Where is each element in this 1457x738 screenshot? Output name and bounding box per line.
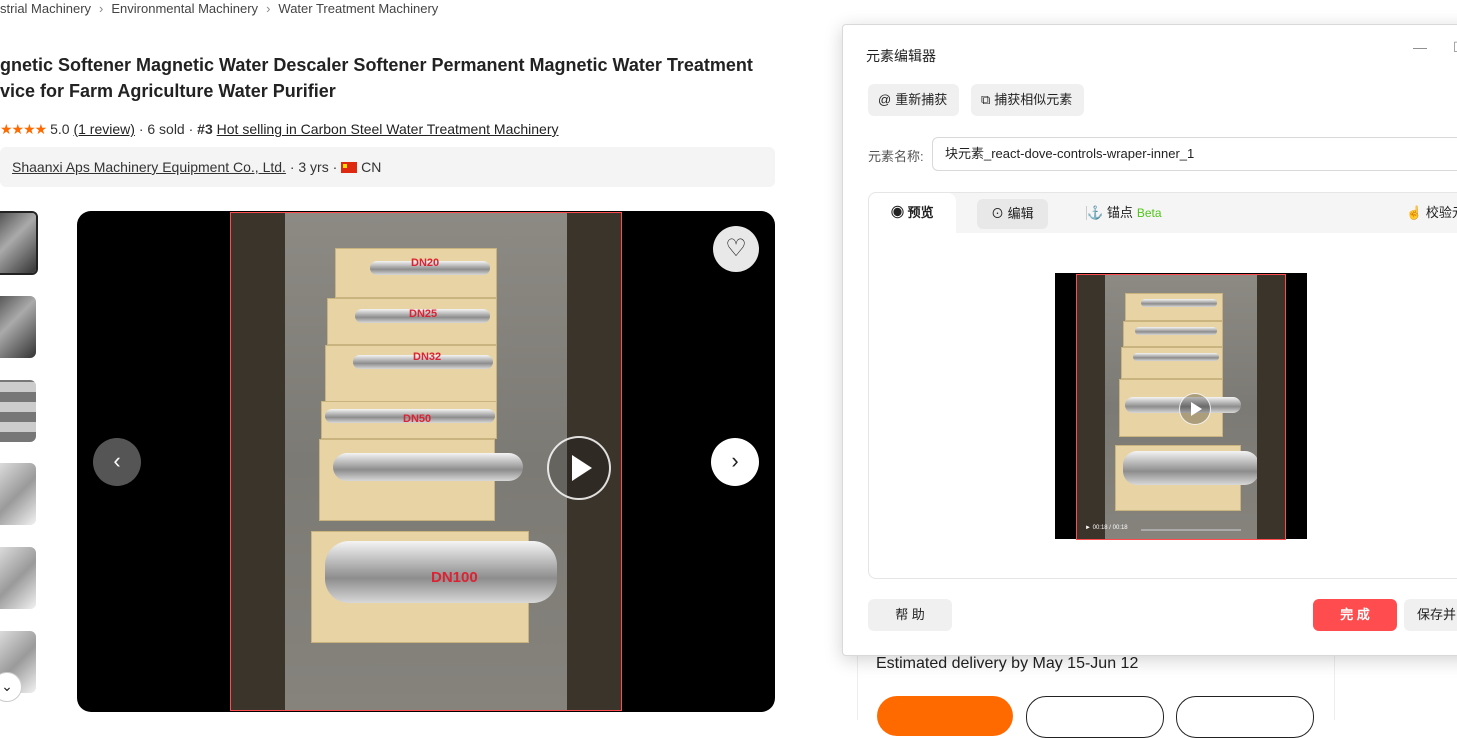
add-to-cart-button[interactable]	[1026, 696, 1164, 738]
preview-image: ► 00:18 / 00:18	[1055, 251, 1307, 561]
chevron-right-icon: ›	[99, 1, 104, 16]
tab-label: 编辑	[1007, 206, 1034, 221]
product-title: gnetic Softener Magnetic Water Descaler …	[0, 52, 780, 104]
dialog-title: 元素编辑器	[866, 48, 936, 64]
breadcrumb-item[interactable]: Environmental Machinery	[111, 1, 258, 16]
tab-verify[interactable]: ☝ 校验元	[1406, 193, 1457, 233]
supplier-link[interactable]: Shaanxi Aps Machinery Equipment Co., Ltd…	[12, 159, 286, 175]
thumbnail[interactable]	[0, 211, 38, 275]
preview-header-strip	[1055, 251, 1307, 271]
chevron-right-icon[interactable]: ›	[711, 438, 759, 486]
video-time-label: 00:18 / 00:18	[1092, 525, 1128, 531]
eye-icon: ◉	[891, 205, 908, 220]
progress-bar	[1141, 529, 1241, 531]
media-viewer: DN20 DN25 DN32 DN50 DN100 ‹ › ♡	[77, 211, 775, 712]
pipe-label: DN25	[409, 308, 438, 320]
star-rating-icon: ★★★★	[0, 121, 47, 137]
tab-bar: ◉ 预览 ⊙ 编辑 ⚓ 锚点Beta ☝ 校验元	[869, 193, 1457, 233]
delivery-estimate: Estimated delivery by May 15-Jun 12	[876, 655, 1139, 672]
review-link[interactable]: (1 review)	[73, 121, 134, 137]
heart-icon[interactable]: ♡	[713, 226, 759, 272]
rank-link[interactable]: Hot selling in Carbon Steel Water Treatm…	[217, 121, 559, 137]
pipe-label: DN20	[411, 257, 440, 269]
capture-similar-label: 捕获相似元素	[994, 92, 1073, 107]
minimize-icon[interactable]: —	[1413, 39, 1427, 55]
play-icon[interactable]	[547, 436, 611, 500]
chat-now-button[interactable]	[1176, 696, 1314, 738]
video-time: ► 00:18 / 00:18	[1085, 525, 1128, 531]
breadcrumb: strial Machinery › Environmental Machinery…	[0, 1, 438, 16]
product-title-line: gnetic Softener Magnetic Water Descaler …	[0, 55, 753, 75]
chevron-right-icon: ›	[266, 1, 271, 16]
china-flag-icon	[341, 162, 358, 173]
breadcrumb-item[interactable]: strial Machinery	[0, 1, 91, 16]
beta-badge: Beta	[1136, 206, 1162, 220]
thumbnail[interactable]	[0, 380, 36, 442]
thumbnail[interactable]	[0, 463, 36, 525]
rating-value: 5.0	[50, 121, 70, 137]
save-button[interactable]: 保存并	[1404, 599, 1457, 631]
copy-icon: ⧉	[981, 92, 991, 107]
preview-video: ► 00:18 / 00:18	[1055, 273, 1307, 540]
tab-label: 预览	[907, 205, 934, 220]
element-name-input[interactable]: 块元素_react-dove-controls-wraper-inner_1	[932, 137, 1457, 171]
pipe-label: DN32	[413, 351, 442, 363]
hand-pointer-icon: ☝	[1406, 205, 1426, 220]
capture-similar-button[interactable]: ⧉ 捕获相似元素	[971, 84, 1085, 116]
recapture-label: 重新捕获	[895, 92, 948, 107]
chevron-left-icon[interactable]: ‹	[93, 438, 141, 486]
supplier-country: CN	[361, 159, 382, 175]
supplier-years: · 3 yrs ·	[289, 159, 338, 175]
rank-badge: #3	[197, 121, 213, 137]
start-order-button[interactable]	[877, 696, 1013, 736]
at-icon: @	[878, 92, 892, 107]
location-pin-icon: ⊙	[991, 206, 1008, 221]
supplier-bar: Shaanxi Aps Machinery Equipment Co., Ltd…	[0, 147, 775, 187]
tab-anchor[interactable]: ⚓ 锚点 Beta	[1087, 193, 1162, 233]
sold-count: · 6 sold ·	[138, 121, 194, 137]
preview-panel: ◉ 预览 ⊙ 编辑 ⚓ 锚点Beta ☝ 校验元	[868, 192, 1457, 579]
tab-label: 锚点	[1106, 205, 1133, 220]
product-title-line: vice for Farm Agriculture Water Purifier	[0, 81, 336, 101]
maximize-icon[interactable]: ☐	[1453, 39, 1457, 56]
anchor-icon: ⚓	[1087, 205, 1107, 220]
thumbnail[interactable]	[0, 547, 36, 609]
product-video: DN20 DN25 DN32 DN50 DN100	[285, 213, 567, 710]
play-icon	[1179, 393, 1211, 425]
help-button[interactable]: 帮 助	[868, 599, 952, 631]
thumbnail[interactable]	[0, 296, 36, 358]
element-editor-dialog: 元素编辑器 — ☐ @重新捕获 ⧉捕获相似元素 元素名称: 块元素_react-…	[842, 24, 1457, 656]
tab-preview[interactable]: ◉ 预览	[869, 193, 956, 233]
rating-row: ★★★★ 5.0 (1 review) · 6 sold · #3 Hot se…	[0, 121, 559, 138]
recapture-button[interactable]: @ 重新捕获	[868, 84, 960, 116]
element-name-label: 元素名称:	[868, 149, 924, 164]
breadcrumb-item[interactable]: Water Treatment Machinery	[278, 1, 438, 16]
video-frame[interactable]: DN20 DN25 DN32 DN50 DN100	[230, 212, 622, 711]
pipe-label: DN50	[403, 413, 432, 425]
tab-label: 校验元	[1425, 205, 1457, 220]
tab-edit[interactable]: ⊙ 编辑	[977, 199, 1048, 229]
pipe-label: DN100	[431, 569, 478, 586]
done-button[interactable]: 完 成	[1313, 599, 1397, 631]
